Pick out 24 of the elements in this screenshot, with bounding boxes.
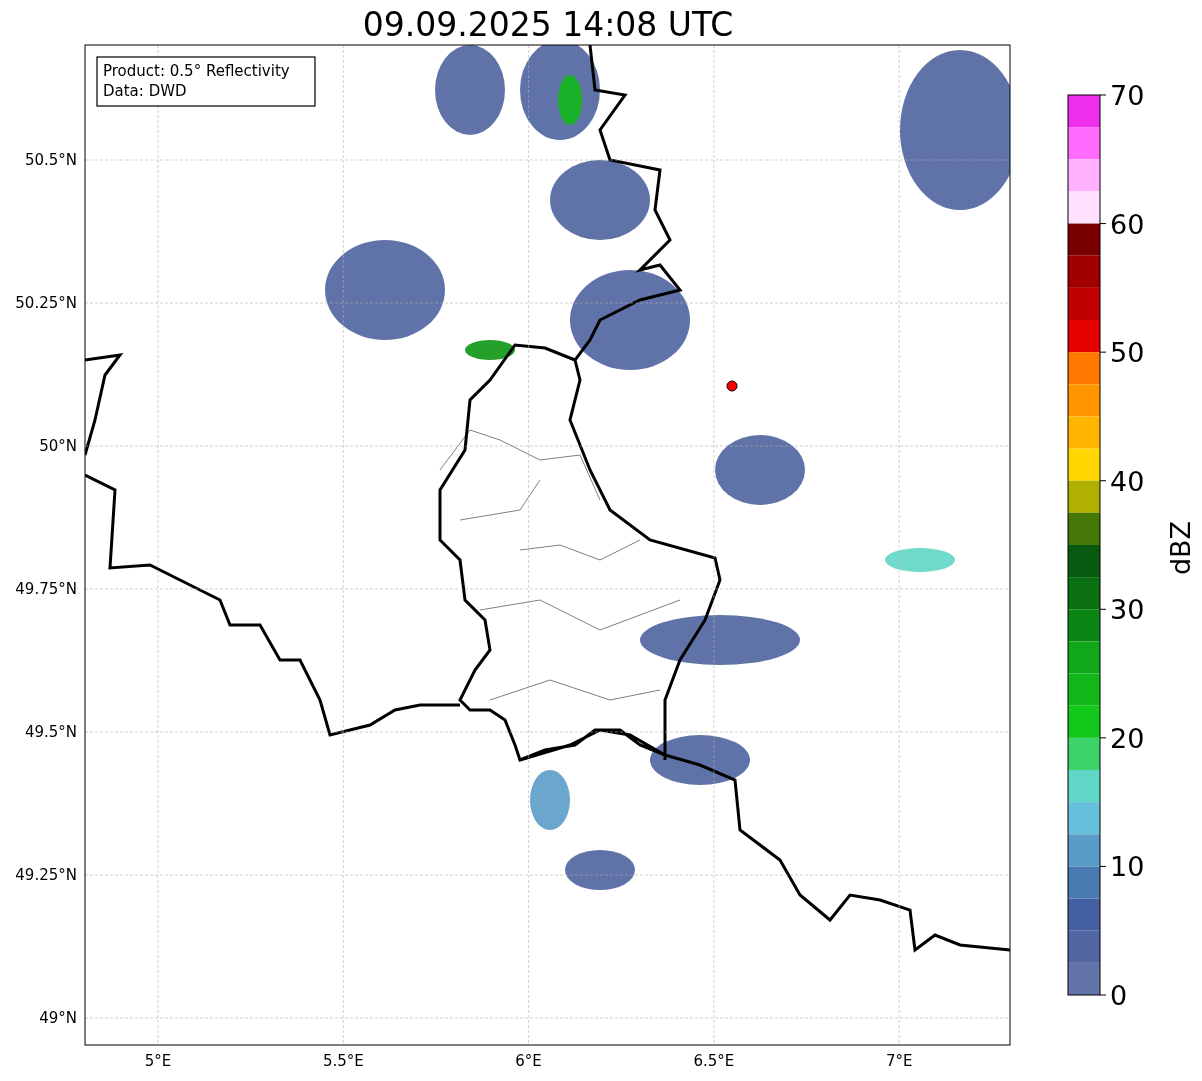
latitude-label: 49.25°N xyxy=(15,866,77,884)
latitude-label: 50°N xyxy=(39,437,77,455)
colorbar-tick-label: 40 xyxy=(1110,465,1145,497)
longitude-label: 6.5°E xyxy=(693,1052,735,1070)
colorbar-label: dBZ xyxy=(1165,520,1196,576)
latitude-label: 50.5°N xyxy=(24,151,77,169)
longitude-label: 5.5°E xyxy=(322,1052,364,1070)
info-text: Data: DWD xyxy=(103,82,187,100)
colorbar-tick-label: 70 xyxy=(1110,80,1145,111)
colorbar-tick-label: 10 xyxy=(1110,851,1145,883)
longitude-label: 7°E xyxy=(885,1052,913,1070)
colorbar-tick-label: 60 xyxy=(1110,208,1145,240)
latitude-label: 49.75°N xyxy=(15,580,77,598)
longitude-label: 5°E xyxy=(144,1052,172,1070)
latitude-label: 49°N xyxy=(39,1009,77,1027)
colorbar-tick-label: 30 xyxy=(1110,594,1145,626)
plot-title: 09.09.2025 14:08 UTC xyxy=(362,5,734,44)
colorbar-tick-label: 50 xyxy=(1110,337,1145,369)
latitude-label: 50.25°N xyxy=(15,294,77,312)
longitude-label: 6°E xyxy=(515,1052,542,1070)
colorbar-tick-label: 0 xyxy=(1110,980,1128,1011)
info-text: Product: 0.5° Reflectivity xyxy=(103,62,290,80)
colorbar-tick-label: 20 xyxy=(1110,722,1145,754)
latitude-label: 49.5°N xyxy=(24,723,77,741)
